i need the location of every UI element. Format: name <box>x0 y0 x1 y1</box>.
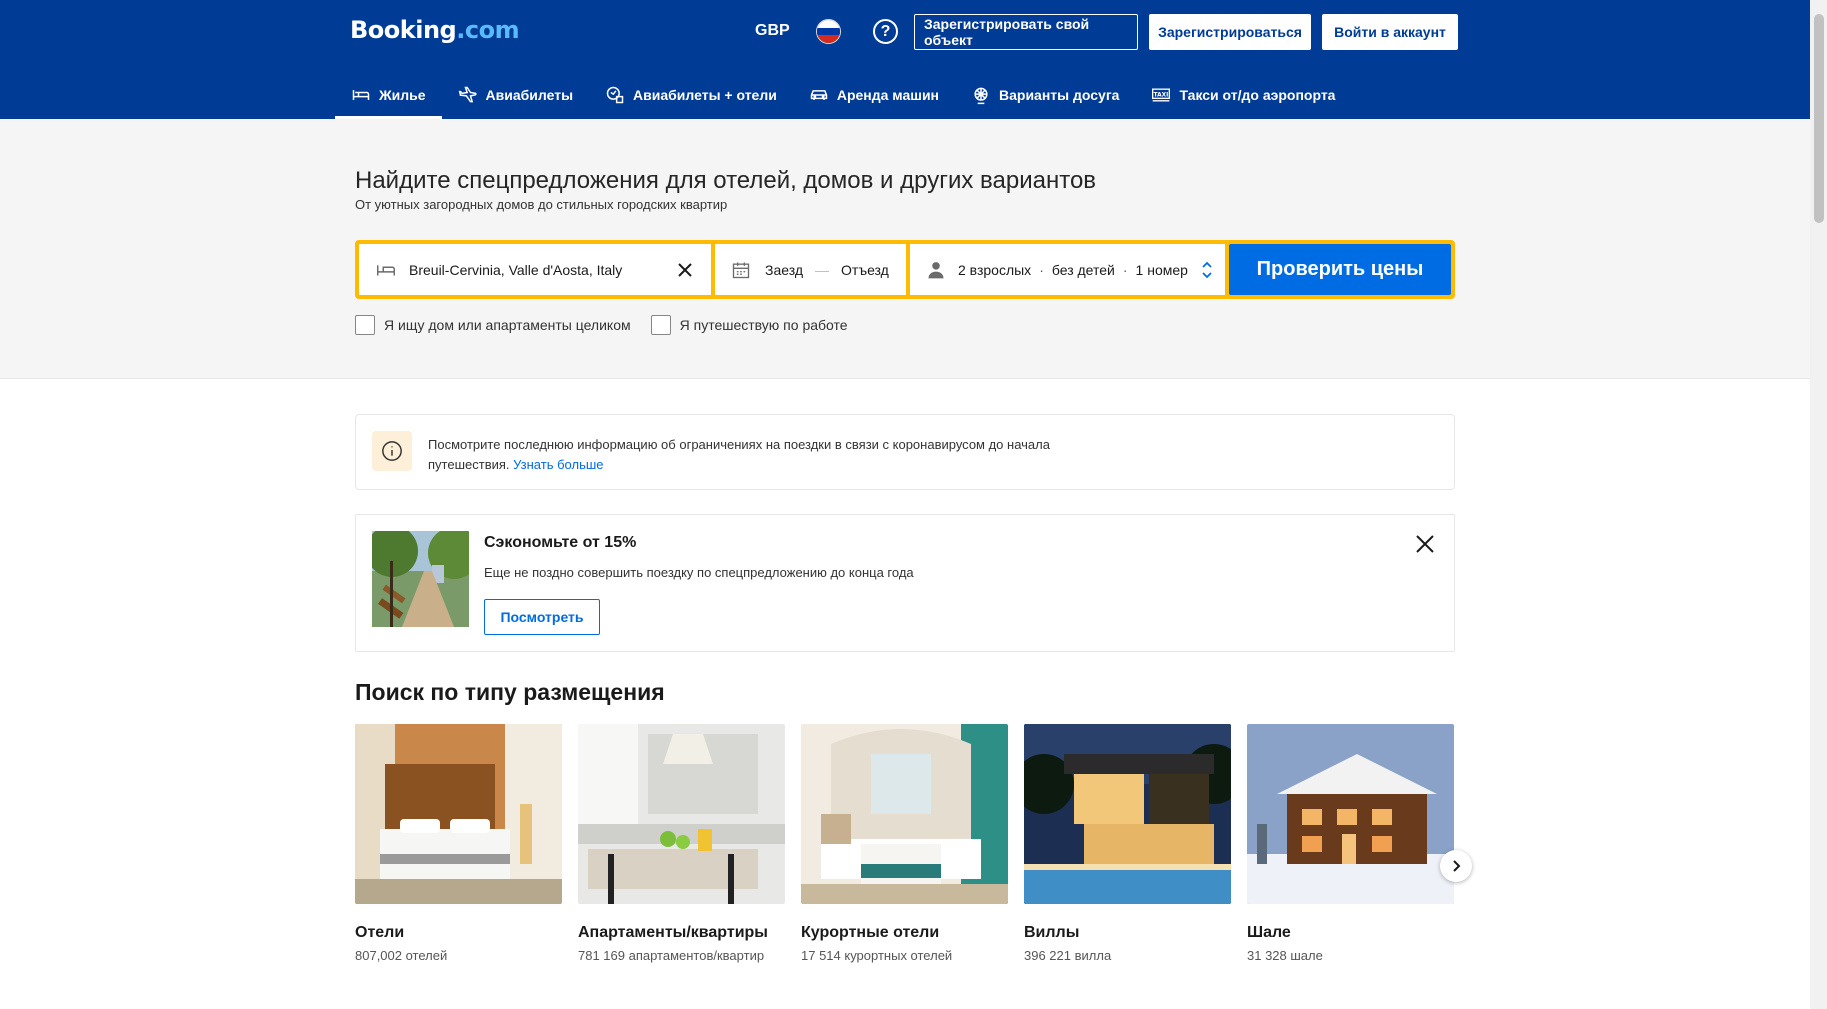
property-type-name: Отели <box>355 924 405 941</box>
property-type-name: Курортные отели <box>801 924 940 941</box>
help-icon[interactable]: ? <box>873 19 898 44</box>
property-type-count: 17 514 курортных отелей <box>801 948 953 963</box>
bed-icon <box>377 264 395 275</box>
checkbox-label: Я путешествую по работе <box>679 317 848 333</box>
guest-dot: · <box>1039 261 1044 278</box>
check-in-field[interactable]: Заезд <box>765 262 803 278</box>
guest-dot: · <box>1122 261 1128 278</box>
destination-input[interactable]: Breuil-Cervinia, Valle d'Aosta, Italy <box>409 262 622 278</box>
person-icon <box>928 261 944 278</box>
search-area: Найдите спецпредложения для отелей, домо… <box>0 119 1810 379</box>
property-type-count: 807,002 отелей <box>355 948 448 963</box>
main-nav: Жилье Авиабилеты Авиабилеты + отели Арен… <box>335 70 1351 119</box>
close-icon[interactable] <box>675 260 695 280</box>
booking-logo[interactable]: Booking.com <box>350 16 520 44</box>
close-icon[interactable] <box>1414 533 1436 555</box>
search-button[interactable]: Проверить цены <box>1229 244 1451 295</box>
info-icon <box>372 431 412 471</box>
checkbox-label: Я ищу дом или апартаменты целиком <box>384 317 631 333</box>
property-type-name: Виллы <box>1024 924 1080 941</box>
checkbox-box[interactable] <box>650 315 671 335</box>
currency-button[interactable]: GBP <box>755 22 790 40</box>
date-picker[interactable]: Заезд — Отъезд <box>715 244 906 295</box>
promo-card: Сэкономьте от 15% Еще не поздно совершит… <box>355 514 1455 652</box>
nav-item-label: Аренда машин <box>836 86 939 103</box>
property-type-count: 31 328 шале <box>1247 948 1323 963</box>
nav-item-flight-hotel[interactable]: Авиабилеты + отели <box>589 70 793 119</box>
promo-image <box>372 531 469 627</box>
sign-in-button[interactable]: Войти в аккаунт <box>1322 14 1458 50</box>
search-bar: Breuil-Cervinia, Valle d'Aosta, Italy За… <box>355 240 1455 299</box>
scrollbar-thumb[interactable] <box>1814 14 1824 223</box>
hotels-image <box>355 724 562 904</box>
svg-text:TAXI: TAXI <box>1154 92 1169 98</box>
top-header: Booking.com GBP ? Зарегистрировать свой … <box>0 0 1810 119</box>
nav-item-label: Такси от/до аэропорта <box>1179 86 1336 103</box>
resorts-image <box>801 724 1008 904</box>
rooms-count: 1 номер <box>1135 261 1188 278</box>
page-title: Найдите спецпредложения для отелей, домо… <box>355 167 1097 194</box>
date-separator: — <box>815 261 830 278</box>
property-type-card[interactable]: Курортные отели 17 514 курортных отелей <box>801 724 1008 963</box>
children-count: без детей <box>1051 261 1115 278</box>
property-types-carousel: Отели 807,002 отелей Апартаменты/квартир… <box>355 724 1454 963</box>
checkbox-box[interactable] <box>355 315 375 335</box>
travel-restrictions-banner: Посмотрите последнюю информацию об огран… <box>355 414 1455 490</box>
plane-hotel-icon <box>606 86 624 103</box>
nav-item-stays[interactable]: Жилье <box>335 70 442 119</box>
language-flag-icon[interactable] <box>816 19 841 44</box>
plane-icon <box>458 86 477 102</box>
attractions-icon <box>974 87 988 104</box>
apartments-image <box>578 724 785 904</box>
register-button[interactable]: Зарегистрироваться <box>1149 14 1311 50</box>
check-out-field[interactable]: Отъезд <box>841 262 889 278</box>
nav-item-label: Жилье <box>379 86 426 103</box>
guests-field[interactable]: 2 взрослых · без детей · 1 номер <box>910 244 1225 295</box>
promo-title: Сэкономьте от 15% <box>484 534 637 551</box>
view-deals-button[interactable]: Посмотреть <box>484 599 600 635</box>
nav-item-flights[interactable]: Авиабилеты <box>442 70 590 119</box>
property-type-card[interactable]: Шале 31 328 шале <box>1247 724 1454 963</box>
nav-item-attractions[interactable]: Варианты досуга <box>955 70 1135 119</box>
calendar-icon <box>732 262 750 278</box>
property-type-name: Шале <box>1247 924 1291 941</box>
destination-field[interactable]: Breuil-Cervinia, Valle d'Aosta, Italy <box>359 244 711 295</box>
page-subtitle: От уютных загородных домов до стильных г… <box>355 197 728 212</box>
villas-image <box>1024 724 1231 904</box>
banner-text: Посмотрите последнюю информацию об огран… <box>428 435 1128 475</box>
nav-item-label: Варианты досуга <box>999 86 1120 103</box>
logo-suffix: .com <box>456 16 520 44</box>
page-scrollbar[interactable] <box>1810 0 1827 1009</box>
bed-icon <box>352 89 370 100</box>
property-types-title: Поиск по типу размещения <box>355 679 665 705</box>
chevron-right-icon <box>1453 860 1461 872</box>
carousel-next-button[interactable] <box>1440 850 1472 882</box>
nav-item-label: Авиабилеты <box>485 86 574 103</box>
whole-home-checkbox[interactable]: Я ищу дом или апартаменты целиком <box>355 315 631 335</box>
property-type-card[interactable]: Апартаменты/квартиры 781 169 апартаменто… <box>578 724 785 963</box>
promo-subtitle: Еще не поздно совершить поездку по спецп… <box>484 565 914 580</box>
learn-more-link[interactable]: Узнать больше <box>513 457 603 472</box>
property-type-count: 396 221 вилла <box>1024 948 1112 963</box>
nav-item-airport-taxi[interactable]: TAXI Такси от/до аэропорта <box>1135 70 1351 119</box>
search-options: Я ищу дом или апартаменты целиком Я путе… <box>355 315 848 335</box>
property-type-card[interactable]: Виллы 396 221 вилла <box>1024 724 1231 963</box>
taxi-icon: TAXI <box>1152 88 1171 101</box>
chevron-updown-icon <box>1202 261 1212 279</box>
adults-count: 2 взрослых <box>958 261 1032 278</box>
register-property-button[interactable]: Зарегистрировать свой объект <box>914 14 1138 50</box>
car-icon <box>810 89 828 100</box>
property-type-name: Апартаменты/квартиры <box>578 924 768 941</box>
logo-text: Booking <box>350 16 457 44</box>
nav-item-label: Авиабилеты + отели <box>633 86 777 103</box>
property-type-card[interactable]: Отели 807,002 отелей <box>355 724 562 963</box>
property-type-count: 781 169 апартаментов/квартир <box>578 948 765 963</box>
nav-item-car-rental[interactable]: Аренда машин <box>793 70 955 119</box>
business-trip-checkbox[interactable]: Я путешествую по работе <box>650 315 848 335</box>
chalets-image <box>1247 724 1454 904</box>
